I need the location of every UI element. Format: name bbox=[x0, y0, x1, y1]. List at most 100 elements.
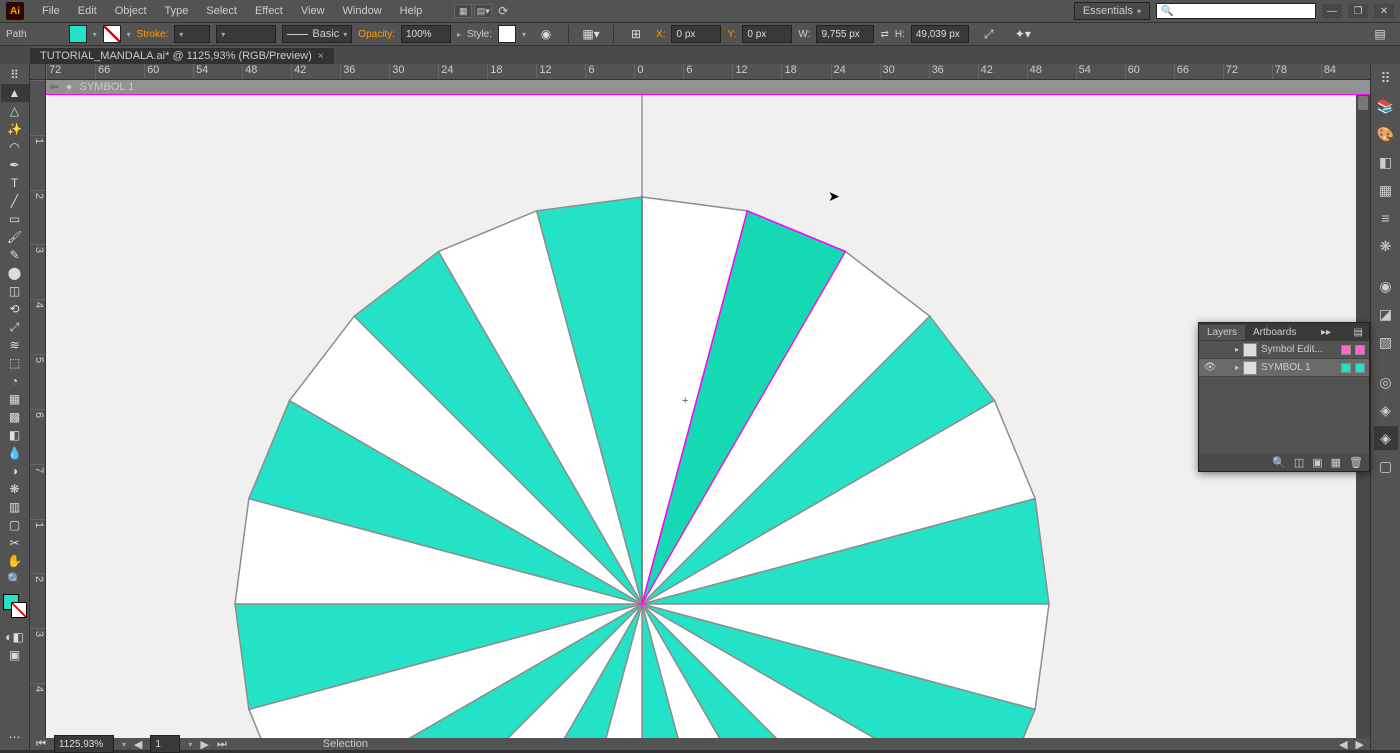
target-icon[interactable] bbox=[1341, 363, 1351, 373]
expand-icon[interactable]: ▸ bbox=[1235, 363, 1239, 372]
free-transform-tool[interactable]: ⬚ bbox=[1, 354, 29, 372]
tool-handle-icon[interactable]: ⠿ bbox=[1, 66, 29, 84]
paintbrush-tool[interactable]: 🖌 bbox=[1, 228, 29, 246]
shape-mode-icon[interactable]: ⊞ bbox=[622, 25, 650, 43]
screen-mode-icon[interactable]: ▣ bbox=[1, 646, 29, 664]
next-artboard-icon[interactable]: ▶ bbox=[200, 738, 208, 751]
width-tool[interactable]: ≋ bbox=[1, 336, 29, 354]
artboard-number[interactable]: 1 bbox=[150, 735, 180, 753]
chevron-down-icon[interactable]: ▾ bbox=[127, 30, 131, 39]
opacity-label[interactable]: Opacity: bbox=[358, 29, 395, 40]
chevron-down-icon[interactable]: ▾ bbox=[188, 740, 192, 749]
mesh-tool[interactable]: ▩ bbox=[1, 408, 29, 426]
selection-tool[interactable]: ▲ bbox=[1, 84, 29, 102]
tab-artboards[interactable]: Artboards bbox=[1245, 325, 1304, 340]
line-tool[interactable]: ╱ bbox=[1, 192, 29, 210]
column-graph-tool[interactable]: ▥ bbox=[1, 498, 29, 516]
color-mode-icon[interactable]: ◐◧ bbox=[1, 628, 29, 646]
background-color[interactable] bbox=[11, 602, 27, 618]
dock-handle-icon[interactable]: ⠿ bbox=[1374, 66, 1398, 90]
color-guide-icon[interactable]: ◧ bbox=[1374, 150, 1398, 174]
ruler-origin[interactable] bbox=[30, 64, 46, 80]
last-artboard-icon[interactable]: ⏭ bbox=[217, 738, 227, 751]
panel-collapse-icon[interactable]: ▸▸ bbox=[1315, 327, 1337, 338]
gradient-tool[interactable]: ◧ bbox=[1, 426, 29, 444]
chevron-down-icon[interactable]: ▾ bbox=[122, 740, 126, 749]
visibility-icon[interactable]: 👁 bbox=[1203, 362, 1217, 373]
scroll-right-icon[interactable]: ▶ bbox=[1356, 738, 1364, 751]
shape-builder-tool[interactable]: ◔ bbox=[1, 372, 29, 390]
selection-square-icon[interactable] bbox=[1355, 345, 1365, 355]
menu-view[interactable]: View bbox=[293, 2, 333, 20]
ruler-horizontal[interactable]: 7266605448423630241812606121824303642485… bbox=[46, 64, 1370, 80]
chevron-down-icon[interactable]: ▾ bbox=[93, 30, 97, 39]
blend-tool[interactable]: ◑ bbox=[1, 462, 29, 480]
graphic-styles-icon[interactable]: ◈ bbox=[1374, 398, 1398, 422]
new-layer-icon[interactable]: ▦ bbox=[1331, 456, 1341, 469]
minimize-button[interactable]: — bbox=[1322, 4, 1342, 18]
close-button[interactable]: ✕ bbox=[1374, 4, 1394, 18]
magic-wand-tool[interactable]: ✨ bbox=[1, 120, 29, 138]
workspace-switcher[interactable]: Essentials ▾ bbox=[1074, 2, 1150, 20]
menu-type[interactable]: Type bbox=[157, 2, 197, 20]
slice-tool[interactable]: ✂ bbox=[1, 534, 29, 552]
new-sublayer-icon[interactable]: ▣ bbox=[1312, 456, 1322, 469]
canvas[interactable]: + ➤ bbox=[46, 94, 1370, 738]
stroke-swatch[interactable] bbox=[103, 25, 121, 43]
menu-file[interactable]: File bbox=[34, 2, 68, 20]
style-swatch[interactable] bbox=[498, 25, 516, 43]
target-icon[interactable] bbox=[1341, 345, 1351, 355]
symbols-icon[interactable]: ❋ bbox=[1374, 234, 1398, 258]
layer-row[interactable]: 👁 ▸ SYMBOL 1 bbox=[1199, 359, 1369, 377]
color-panel-icon[interactable]: 🎨 bbox=[1374, 122, 1398, 146]
maximize-button[interactable]: ❐ bbox=[1348, 4, 1368, 18]
layers-icon[interactable]: ◈ bbox=[1374, 426, 1398, 450]
transform-icon[interactable]: ⤢ bbox=[975, 25, 1003, 43]
chevron-right-icon[interactable]: ▸ bbox=[457, 30, 461, 39]
eyedropper-tool[interactable]: 💧 bbox=[1, 444, 29, 462]
align-icon[interactable]: ▦▾ bbox=[577, 25, 605, 43]
zoom-tool[interactable]: 🔍 bbox=[1, 570, 29, 588]
expand-icon[interactable]: ▸ bbox=[1235, 345, 1239, 354]
artwork-mandala[interactable]: + bbox=[46, 94, 1370, 738]
scroll-left-icon[interactable]: ◀ bbox=[1339, 738, 1347, 751]
stroke-profile-input[interactable]: Basic ▾ bbox=[282, 25, 352, 43]
transparency-icon[interactable]: ▨ bbox=[1374, 330, 1398, 354]
artboards-icon[interactable]: ▢ bbox=[1374, 454, 1398, 478]
stroke-variable-input[interactable]: ▾ bbox=[216, 25, 276, 43]
perspective-tool[interactable]: ▦ bbox=[1, 390, 29, 408]
layers-panel[interactable]: Layers Artboards ▸▸ ▤ ▸ Symbol Edit... 👁… bbox=[1198, 322, 1370, 472]
menu-effect[interactable]: Effect bbox=[247, 2, 291, 20]
blob-brush-tool[interactable]: ⬤ bbox=[1, 264, 29, 282]
prev-artboard-icon[interactable]: ◀ bbox=[134, 738, 142, 751]
isolation-breadcrumb[interactable]: ⇦ ✦ SYMBOL 1 bbox=[46, 80, 1370, 94]
panel-menu-icon[interactable]: ▤ bbox=[1348, 327, 1369, 338]
clip-mask-icon[interactable]: ◫ bbox=[1294, 456, 1304, 469]
libraries-icon[interactable]: 📚 bbox=[1374, 94, 1398, 118]
sync-icon[interactable]: ⟳ bbox=[494, 4, 512, 18]
direct-selection-tool[interactable]: △ bbox=[1, 102, 29, 120]
delete-layer-icon[interactable]: 🗑 bbox=[1349, 456, 1363, 469]
stroke-label[interactable]: Stroke: bbox=[137, 29, 169, 40]
search-input[interactable]: 🔍 bbox=[1156, 3, 1316, 19]
color-picker[interactable] bbox=[1, 592, 29, 624]
opacity-input[interactable]: 100% bbox=[401, 25, 451, 43]
link-icon[interactable]: ⇄ bbox=[880, 29, 888, 40]
eraser-tool[interactable]: ◫ bbox=[1, 282, 29, 300]
first-artboard-icon[interactable]: ⏮ bbox=[36, 738, 46, 751]
pen-tool[interactable]: ✒ bbox=[1, 156, 29, 174]
chevron-down-icon[interactable]: ▾ bbox=[522, 30, 526, 39]
w-input[interactable]: 9,755 px bbox=[816, 25, 874, 43]
panel-menu-icon[interactable]: ▤ bbox=[1366, 25, 1394, 43]
stroke-panel-icon[interactable]: ◉ bbox=[1374, 274, 1398, 298]
edit-toolbar-icon[interactable]: ⋯ bbox=[1, 728, 29, 746]
hand-tool[interactable]: ✋ bbox=[1, 552, 29, 570]
x-input[interactable]: 0 px bbox=[671, 25, 721, 43]
rectangle-tool[interactable]: ▭ bbox=[1, 210, 29, 228]
selection-square-icon[interactable] bbox=[1355, 363, 1365, 373]
menu-window[interactable]: Window bbox=[335, 2, 390, 20]
menu-select[interactable]: Select bbox=[198, 2, 245, 20]
layout-icon[interactable]: ▦ bbox=[454, 4, 472, 18]
tab-layers[interactable]: Layers bbox=[1199, 325, 1245, 340]
isolate-icon[interactable]: ✦▾ bbox=[1009, 25, 1037, 43]
